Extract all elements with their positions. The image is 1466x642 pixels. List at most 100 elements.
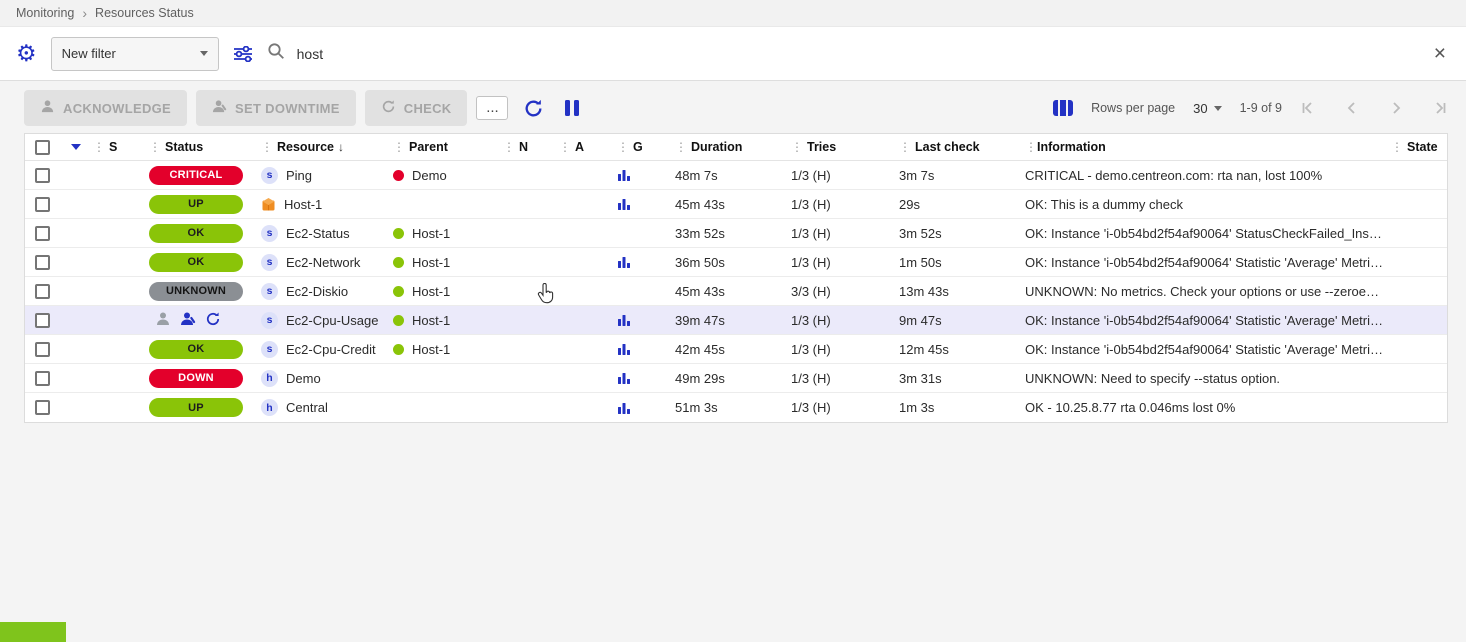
check-button[interactable]: CHECK xyxy=(365,90,468,126)
resource-name[interactable]: Ec2-Network xyxy=(286,255,360,270)
last-check-cell: 3m 31s xyxy=(889,371,1019,386)
columns-icon[interactable] xyxy=(1053,100,1074,116)
drag-handle-icon[interactable] xyxy=(393,140,405,154)
information-cell: OK: Instance 'i-0b54bd2f54af90064' Stati… xyxy=(1019,335,1385,364)
filter-select[interactable]: New filter xyxy=(51,37,219,71)
graph-icon[interactable] xyxy=(617,342,631,356)
parent-name[interactable]: Host-1 xyxy=(412,342,450,357)
resource-name[interactable]: Host-1 xyxy=(284,197,322,212)
drag-handle-icon[interactable] xyxy=(675,140,687,154)
next-page-icon[interactable] xyxy=(1388,100,1404,116)
graph-icon[interactable] xyxy=(617,313,631,327)
set-downtime-label: SET DOWNTIME xyxy=(235,101,340,116)
row-checkbox[interactable] xyxy=(35,284,50,299)
table-row[interactable]: DOWN h Demo 49m 29s 1/3 (H) 3m 31s UNKNO… xyxy=(25,364,1447,393)
drag-handle-icon[interactable] xyxy=(149,140,161,154)
duration-cell: 51m 3s xyxy=(661,400,777,415)
column-header-resource[interactable]: Resource xyxy=(277,140,334,154)
resource-type-badge: s xyxy=(261,225,278,242)
information-cell: OK: This is a dummy check xyxy=(1019,190,1385,219)
tries-cell: 1/3 (H) xyxy=(777,313,889,328)
sort-desc-icon[interactable] xyxy=(338,140,344,154)
parent-name[interactable]: Host-1 xyxy=(412,226,450,241)
tune-filters-icon[interactable] xyxy=(233,46,253,62)
information-cell: CRITICAL - demo.centreon.com: rta nan, l… xyxy=(1019,161,1385,190)
graph-icon[interactable] xyxy=(617,168,631,182)
acknowledge-button[interactable]: ACKNOWLEDGE xyxy=(24,90,187,126)
resource-name[interactable]: Central xyxy=(286,400,328,415)
resource-cell: s Ec2-Status xyxy=(255,225,387,242)
column-header-status[interactable]: Status xyxy=(165,140,203,154)
graph-icon[interactable] xyxy=(617,371,631,385)
duration-cell: 45m 43s xyxy=(661,197,777,212)
set-downtime-button[interactable]: SET DOWNTIME xyxy=(196,90,356,126)
graph-icon[interactable] xyxy=(617,255,631,269)
bottom-left-widget[interactable] xyxy=(0,622,66,642)
resource-name[interactable]: Ec2-Diskio xyxy=(286,284,348,299)
select-all-checkbox[interactable] xyxy=(35,140,50,155)
gear-icon[interactable]: ⚙ xyxy=(16,42,37,65)
column-header-tries[interactable]: Tries xyxy=(807,140,836,154)
resource-name[interactable]: Ec2-Status xyxy=(286,226,350,241)
downtime-icon xyxy=(212,99,227,117)
last-page-icon[interactable] xyxy=(1432,100,1448,116)
rows-per-page-select[interactable]: 30 xyxy=(1193,101,1221,116)
row-checkbox[interactable] xyxy=(35,313,50,328)
drag-handle-icon[interactable] xyxy=(559,140,571,154)
column-header-notes[interactable]: N xyxy=(519,140,528,154)
breadcrumb-resources-status[interactable]: Resources Status xyxy=(95,6,194,20)
drag-handle-icon[interactable] xyxy=(261,140,273,154)
refresh-icon[interactable] xyxy=(517,98,550,119)
table-row[interactable]: s Ec2-Cpu-Usage Host-1 39m 47s 1/3 (H) 9… xyxy=(25,306,1447,335)
column-header-state[interactable]: State xyxy=(1407,140,1438,154)
resource-name[interactable]: Demo xyxy=(286,371,321,386)
search-input[interactable] xyxy=(297,46,1416,62)
drag-handle-icon[interactable] xyxy=(503,140,515,154)
prev-page-icon[interactable] xyxy=(1344,100,1360,116)
resource-name[interactable]: Ec2-Cpu-Credit xyxy=(286,342,376,357)
resource-cell: h Central xyxy=(255,399,387,416)
table-row[interactable]: UP h Central 51m 3s 1/3 (H) 1m 3s OK - 1… xyxy=(25,393,1447,422)
column-header-last-check[interactable]: Last check xyxy=(915,140,980,154)
resource-name[interactable]: Ping xyxy=(286,168,312,183)
column-header-action[interactable]: A xyxy=(575,140,584,154)
drag-handle-icon[interactable] xyxy=(1391,140,1403,154)
table-row[interactable]: UP Host-1 45m 43s 1/3 (H) 29s OK: This i… xyxy=(25,190,1447,219)
row-checkbox[interactable] xyxy=(35,197,50,212)
parent-name[interactable]: Host-1 xyxy=(412,284,450,299)
parent-name[interactable]: Host-1 xyxy=(412,255,450,270)
first-page-icon[interactable] xyxy=(1300,100,1316,116)
table-row[interactable]: OK s Ec2-Network Host-1 36m 50s 1/3 (H) … xyxy=(25,248,1447,277)
column-header-information[interactable]: Information xyxy=(1037,140,1106,154)
drag-handle-icon[interactable] xyxy=(899,140,911,154)
drag-handle-icon[interactable] xyxy=(617,140,629,154)
column-header-parent[interactable]: Parent xyxy=(409,140,448,154)
column-header-severity[interactable]: S xyxy=(109,140,117,154)
row-checkbox[interactable] xyxy=(35,168,50,183)
drag-handle-icon[interactable] xyxy=(93,140,105,154)
more-actions-button[interactable]: ... xyxy=(476,96,508,120)
table-row[interactable]: UNKNOWN s Ec2-Diskio Host-1 45m 43s 3/3 … xyxy=(25,277,1447,306)
filter-caret-icon[interactable] xyxy=(71,144,81,150)
column-header-duration[interactable]: Duration xyxy=(691,140,742,154)
drag-handle-icon[interactable] xyxy=(1025,140,1037,154)
row-checkbox[interactable] xyxy=(35,255,50,270)
column-header-graph[interactable]: G xyxy=(633,140,643,154)
table-row[interactable]: OK s Ec2-Status Host-1 33m 52s 1/3 (H) 3… xyxy=(25,219,1447,248)
row-checkbox[interactable] xyxy=(35,400,50,415)
graph-icon[interactable] xyxy=(617,197,631,211)
breadcrumb-monitoring[interactable]: Monitoring xyxy=(16,6,74,20)
graph-icon[interactable] xyxy=(617,401,631,415)
parent-name[interactable]: Demo xyxy=(412,168,447,183)
row-checkbox[interactable] xyxy=(35,371,50,386)
row-checkbox[interactable] xyxy=(35,226,50,241)
pause-icon[interactable] xyxy=(559,100,585,116)
resource-name[interactable]: Ec2-Cpu-Usage xyxy=(286,313,379,328)
parent-name[interactable]: Host-1 xyxy=(412,313,450,328)
table-row[interactable]: CRITICAL s Ping Demo 48m 7s 1/3 (H) 3m 7… xyxy=(25,161,1447,190)
clear-search-icon[interactable]: × xyxy=(1430,43,1450,64)
status-chip: OK xyxy=(149,253,243,272)
row-checkbox[interactable] xyxy=(35,342,50,357)
drag-handle-icon[interactable] xyxy=(791,140,803,154)
table-row[interactable]: OK s Ec2-Cpu-Credit Host-1 42m 45s 1/3 (… xyxy=(25,335,1447,364)
